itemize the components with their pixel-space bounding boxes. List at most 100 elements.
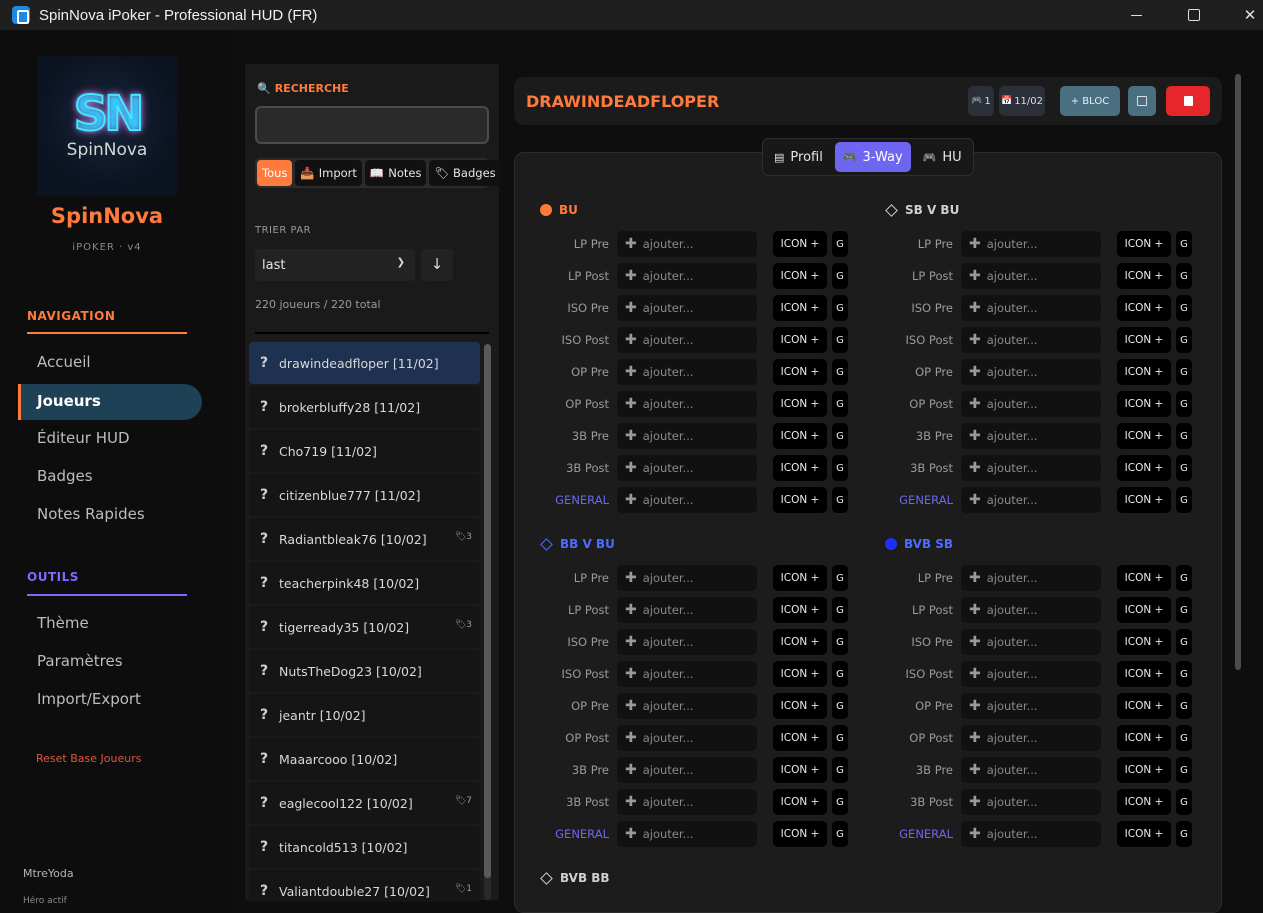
player-row[interactable]: ? citizenblue777 [11/02] [249,474,480,516]
add-note-input[interactable]: ✚ ajouter... [617,263,757,289]
player-row[interactable]: ? Valiantdouble27 [10/02] 🏷1 [249,870,480,902]
add-note-input[interactable]: ✚ ajouter... [961,789,1101,815]
nav-item-import-export[interactable]: Import/Export [37,690,141,708]
player-row[interactable]: ? drawindeadfloper [11/02] [249,342,480,384]
player-row[interactable]: ? Radiantbleak76 [10/02] 🏷3 [249,518,480,560]
nav-item-notes-rapides[interactable]: Notes Rapides [37,505,145,523]
add-icon-button[interactable]: ICON + [1117,565,1171,591]
add-icon-button[interactable]: ICON + [1117,359,1171,385]
add-icon-button[interactable]: ICON + [773,359,827,385]
add-note-input[interactable]: ✚ ajouter... [961,327,1101,353]
player-row[interactable]: ? brokerbluffy28 [11/02] [249,386,480,428]
extra-button[interactable]: G [832,231,848,257]
sessions-count-badge[interactable]: 🎮 1 [968,86,994,116]
extra-button[interactable]: G [832,661,848,687]
add-note-input[interactable]: ✚ ajouter... [961,661,1101,687]
add-icon-button[interactable]: ICON + [1117,821,1171,847]
extra-button[interactable]: G [832,565,848,591]
add-note-input[interactable]: ✚ ajouter... [617,725,757,751]
add-icon-button[interactable]: ICON + [1117,455,1171,481]
add-note-input[interactable]: ✚ ajouter... [617,565,757,591]
add-icon-button[interactable]: ICON + [773,565,827,591]
add-note-input[interactable]: ✚ ajouter... [961,629,1101,655]
add-note-input[interactable]: ✚ ajouter... [961,231,1101,257]
add-icon-button[interactable]: ICON + [773,487,827,513]
extra-button[interactable]: G [832,597,848,623]
add-icon-button[interactable]: ICON + [1117,231,1171,257]
add-note-input[interactable]: ✚ ajouter... [961,565,1101,591]
reset-player-base-link[interactable]: Reset Base Joueurs [36,752,141,765]
sort-direction-button[interactable]: ↓ [421,249,453,281]
nav-item-editeur-hud[interactable]: Éditeur HUD [37,429,130,447]
add-icon-button[interactable]: ICON + [1117,597,1171,623]
extra-button[interactable]: G [832,455,848,481]
add-note-input[interactable]: ✚ ajouter... [617,327,757,353]
extra-button[interactable]: G [832,725,848,751]
add-note-input[interactable]: ✚ ajouter... [617,359,757,385]
add-icon-button[interactable]: ICON + [773,455,827,481]
extra-button[interactable]: G [1176,359,1192,385]
extra-button[interactable]: G [1176,821,1192,847]
player-row[interactable]: ? Cho719 [11/02] [249,430,480,472]
nav-item-accueil[interactable]: Accueil [37,353,91,371]
extra-button[interactable]: G [1176,263,1192,289]
add-icon-button[interactable]: ICON + [773,789,827,815]
add-icon-button[interactable]: ICON + [1117,263,1171,289]
player-row[interactable]: ? tigerready35 [10/02] 🏷3 [249,606,480,648]
nav-item-badges[interactable]: Badges [37,467,93,485]
filter-badges-button[interactable]: 🏷 Badges [429,160,501,186]
add-icon-button[interactable]: ICON + [773,295,827,321]
player-row[interactable]: ? eaglecool122 [10/02] 🏷7 [249,782,480,824]
extra-button[interactable]: G [832,629,848,655]
add-note-input[interactable]: ✚ ajouter... [617,391,757,417]
date-badge[interactable]: 📅 11/02 [999,86,1045,116]
extra-button[interactable]: G [1176,789,1192,815]
extra-button[interactable]: G [1176,725,1192,751]
filter-all-button[interactable]: Tous [257,160,293,186]
player-row[interactable]: ? jeantr [10/02] [249,694,480,736]
search-input[interactable] [255,106,489,144]
sort-select[interactable]: last ❯ [255,249,415,281]
add-icon-button[interactable]: ICON + [773,725,827,751]
add-icon-button[interactable]: ICON + [773,231,827,257]
add-icon-button[interactable]: ICON + [773,263,827,289]
tab-3-way[interactable]: 🎮 3-Way [834,142,911,172]
extra-button[interactable]: G [832,757,848,783]
extra-button[interactable]: G [1176,295,1192,321]
scrollbar-thumb[interactable] [484,344,491,878]
add-icon-button[interactable]: ICON + [773,757,827,783]
add-note-input[interactable]: ✚ ajouter... [617,789,757,815]
add-note-input[interactable]: ✚ ajouter... [617,757,757,783]
extra-button[interactable]: G [1176,757,1192,783]
extra-button[interactable]: G [832,821,848,847]
add-note-input[interactable]: ✚ ajouter... [961,263,1101,289]
main-scrollbar[interactable] [1235,74,1241,670]
add-icon-button[interactable]: ICON + [1117,295,1171,321]
add-icon-button[interactable]: ICON + [773,327,827,353]
add-note-input[interactable]: ✚ ajouter... [961,757,1101,783]
add-note-input[interactable]: ✚ ajouter... [961,821,1101,847]
extra-button[interactable]: G [1176,391,1192,417]
add-note-input[interactable]: ✚ ajouter... [617,295,757,321]
extra-button[interactable]: G [832,263,848,289]
extra-button[interactable]: G [832,423,848,449]
add-icon-button[interactable]: ICON + [1117,693,1171,719]
extra-button[interactable]: G [832,693,848,719]
minimize-button[interactable] [1108,0,1164,30]
delete-button[interactable] [1166,86,1210,116]
maximize-button[interactable] [1166,0,1222,30]
extra-button[interactable]: G [832,391,848,417]
add-note-input[interactable]: ✚ ajouter... [617,693,757,719]
add-icon-button[interactable]: ICON + [1117,327,1171,353]
player-row[interactable]: ? teacherpink48 [10/02] [249,562,480,604]
add-note-input[interactable]: ✚ ajouter... [617,821,757,847]
extra-button[interactable]: G [1176,423,1192,449]
extra-button[interactable]: G [1176,231,1192,257]
extra-button[interactable]: G [1176,629,1192,655]
nav-item-parametres[interactable]: Paramètres [37,652,123,670]
close-button[interactable]: ✕ [1222,0,1263,30]
save-button[interactable] [1128,86,1156,116]
extra-button[interactable]: G [832,487,848,513]
add-note-input[interactable]: ✚ ajouter... [961,725,1101,751]
add-note-input[interactable]: ✚ ajouter... [961,455,1101,481]
